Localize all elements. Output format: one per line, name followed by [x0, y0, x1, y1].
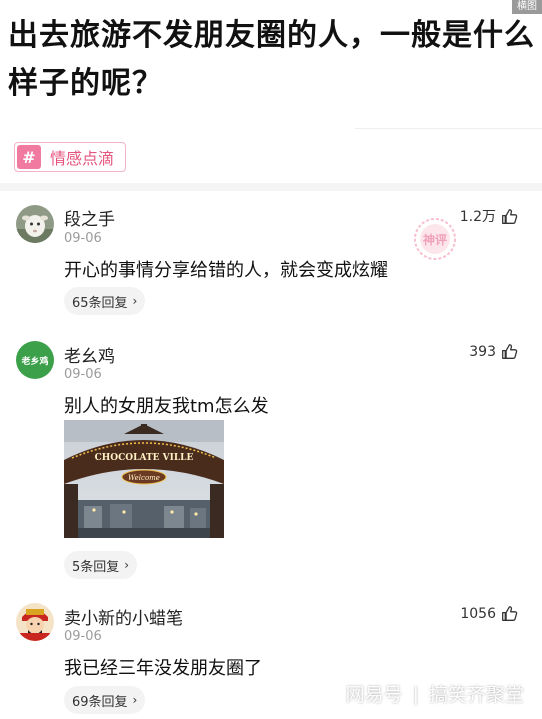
replies-button[interactable]: 69条回复 ›: [64, 686, 146, 714]
top-comment-stamp-icon: 神评: [414, 218, 456, 260]
avatar[interactable]: [16, 205, 54, 243]
comment-text: 我已经三年没发朋友圈了: [64, 658, 262, 679]
avatar[interactable]: 老乡鸡: [16, 341, 54, 379]
like-button[interactable]: 1.2万: [460, 206, 518, 226]
like-count: 1.2万: [459, 209, 496, 225]
watermark-brand: 网易号: [345, 684, 403, 706]
comment-date: 09-06: [64, 231, 102, 246]
replies-count: 69条回复: [72, 694, 128, 710]
lamb-avatar-icon: [16, 205, 54, 243]
chevron-right-icon: ›: [132, 693, 138, 707]
username[interactable]: 段之手: [64, 205, 115, 230]
chevron-right-icon: ›: [132, 294, 138, 308]
fortune-god-avatar-icon: [16, 603, 54, 641]
like-button[interactable]: 393: [469, 343, 518, 360]
replies-count: 65条回复: [72, 295, 128, 311]
replies-count: 5条回复: [72, 559, 120, 575]
topic-label: 情感点滴: [50, 149, 115, 168]
username[interactable]: 卖小新的小蜡笔: [64, 604, 183, 629]
watermark-channel: 搞笑齐聚堂: [428, 684, 524, 706]
divider: [355, 128, 542, 129]
avatar-text: 老乡鸡: [21, 356, 49, 367]
username[interactable]: 老幺鸡: [64, 342, 115, 367]
like-count: 393: [469, 343, 496, 360]
chevron-right-icon: ›: [124, 558, 130, 572]
hashtag-icon: #: [17, 145, 41, 169]
like-count: 1056: [460, 605, 496, 622]
photo-welcome-text: Welcome: [128, 474, 160, 482]
source-watermark: 网易号 | 搞笑齐聚堂: [346, 680, 524, 707]
avatar[interactable]: [16, 603, 54, 641]
comment-text: 别人的女朋友我tm怎么发: [64, 396, 269, 417]
comment-text: 开心的事情分享给错的人，就会变成炫耀: [64, 260, 388, 281]
photo-sign-text: CHOCOLATE VILLE: [95, 453, 194, 463]
replies-button[interactable]: 5条回复 ›: [64, 551, 138, 579]
watermark-separator: |: [412, 682, 419, 705]
topic-tag[interactable]: # 情感点滴: [14, 142, 126, 172]
thumbs-up-icon: [502, 208, 518, 224]
replies-button[interactable]: 65条回复 ›: [64, 287, 146, 315]
thumbs-up-icon: [502, 606, 518, 621]
stamp-text: 神评: [423, 232, 447, 247]
comment-photo[interactable]: CHOCOLATE VILLE Welcome: [64, 420, 224, 538]
thumbs-up-icon: [502, 344, 518, 359]
like-button[interactable]: 1056: [460, 605, 518, 622]
post-title: 出去旅游不发朋友圈的人，一般是什么样子的呢？: [8, 18, 535, 101]
comment-date: 09-06: [64, 367, 102, 382]
comment-date: 09-06: [64, 629, 102, 644]
section-divider: [0, 183, 542, 191]
chocolate-ville-photo: CHOCOLATE VILLE Welcome: [64, 420, 224, 538]
